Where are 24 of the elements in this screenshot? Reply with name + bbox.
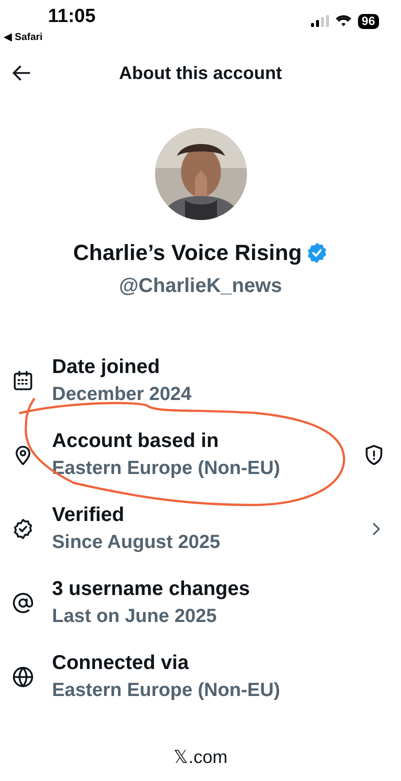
- signal-icon: [310, 15, 329, 27]
- calendar-icon: [12, 370, 34, 392]
- battery-indicator: 96: [358, 14, 379, 28]
- info-value: Since August 2025: [52, 531, 222, 555]
- globe-icon: [12, 666, 34, 688]
- info-value: Eastern Europe (Non-EU): [52, 679, 282, 703]
- account-handle: @CharlieK_news: [119, 274, 282, 299]
- back-to-app-link[interactable]: ◀ Safari: [4, 30, 43, 45]
- site-address: 𝕏.com: [173, 746, 228, 769]
- info-value: Eastern Europe (Non-EU): [52, 457, 282, 481]
- shield-alert-icon[interactable]: [363, 444, 385, 466]
- at-sign-icon: [12, 592, 34, 614]
- wifi-icon: [334, 15, 352, 27]
- info-value: Last on June 2025: [52, 605, 218, 629]
- info-label: 3 username changes: [52, 577, 251, 602]
- info-label: Account based in: [52, 429, 220, 454]
- info-label: Date joined: [52, 355, 161, 380]
- verified-badge-icon: [12, 518, 34, 540]
- status-time: 11:05: [47, 6, 96, 28]
- page-title: About this account: [119, 62, 282, 84]
- info-label: Connected via: [52, 651, 190, 676]
- account-name: Charlie’s Voice Rising: [73, 239, 302, 267]
- info-label: Verified: [52, 503, 126, 528]
- info-value: December 2024: [52, 383, 192, 407]
